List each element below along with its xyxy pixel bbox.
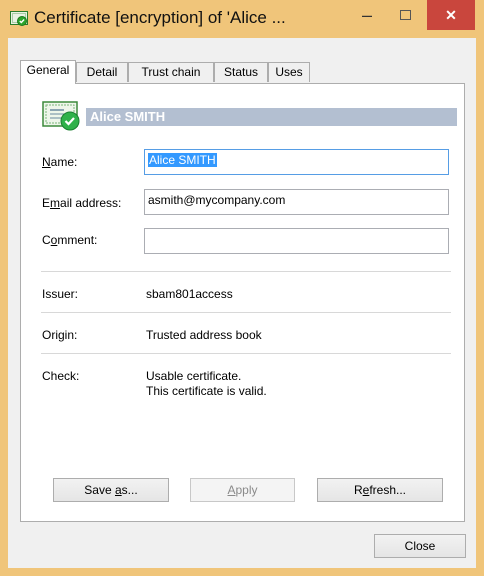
certificate-icon bbox=[10, 11, 28, 26]
email-field-value: asmith@mycompany.com bbox=[148, 193, 286, 207]
comment-field[interactable] bbox=[144, 228, 449, 254]
comment-label: Comment: bbox=[42, 233, 98, 247]
email-label: Email address: bbox=[42, 196, 122, 210]
tab-general[interactable]: General bbox=[20, 60, 76, 84]
certificate-name: Alice SMITH bbox=[90, 109, 166, 124]
maximize-icon bbox=[399, 10, 411, 20]
tab-status[interactable]: Status bbox=[214, 62, 268, 82]
minimize-button[interactable]: – bbox=[352, 0, 382, 30]
window-title: Certificate [encryption] of 'Alice ... bbox=[34, 8, 286, 27]
check-label: Check: bbox=[42, 369, 80, 383]
check-detail: This certificate is valid. bbox=[146, 384, 267, 398]
name-field-value: Alice SMITH bbox=[148, 153, 217, 167]
tab-trust-chain[interactable]: Trust chain bbox=[128, 62, 214, 82]
origin-label: Origin: bbox=[42, 328, 78, 342]
title-bar[interactable]: Certificate [encryption] of 'Alice ... –… bbox=[0, 0, 484, 38]
issuer-value: sbam801access bbox=[146, 287, 233, 301]
save-as-button[interactable]: Save as... bbox=[53, 478, 169, 502]
origin-value: Trusted address book bbox=[146, 328, 262, 342]
certificate-header: Alice SMITH bbox=[42, 101, 457, 131]
tab-detail[interactable]: Detail bbox=[76, 62, 128, 82]
dialog-window: Certificate [encryption] of 'Alice ... –… bbox=[0, 0, 484, 576]
name-label: Name: bbox=[42, 155, 78, 169]
separator bbox=[41, 353, 451, 354]
close-window-button[interactable]: ✕ bbox=[427, 0, 475, 30]
separator bbox=[41, 271, 451, 272]
name-field[interactable]: Alice SMITH bbox=[144, 149, 449, 175]
tab-uses[interactable]: Uses bbox=[268, 62, 310, 82]
email-field[interactable]: asmith@mycompany.com bbox=[144, 189, 449, 215]
check-status: Usable certificate. bbox=[146, 369, 242, 383]
refresh-button[interactable]: Refresh... bbox=[317, 478, 443, 502]
issuer-label: Issuer: bbox=[42, 287, 79, 301]
close-button[interactable]: Close bbox=[374, 534, 466, 558]
certificate-valid-icon bbox=[42, 101, 80, 131]
apply-button[interactable]: Apply bbox=[190, 478, 295, 502]
maximize-button[interactable] bbox=[390, 0, 420, 30]
separator bbox=[41, 312, 451, 313]
